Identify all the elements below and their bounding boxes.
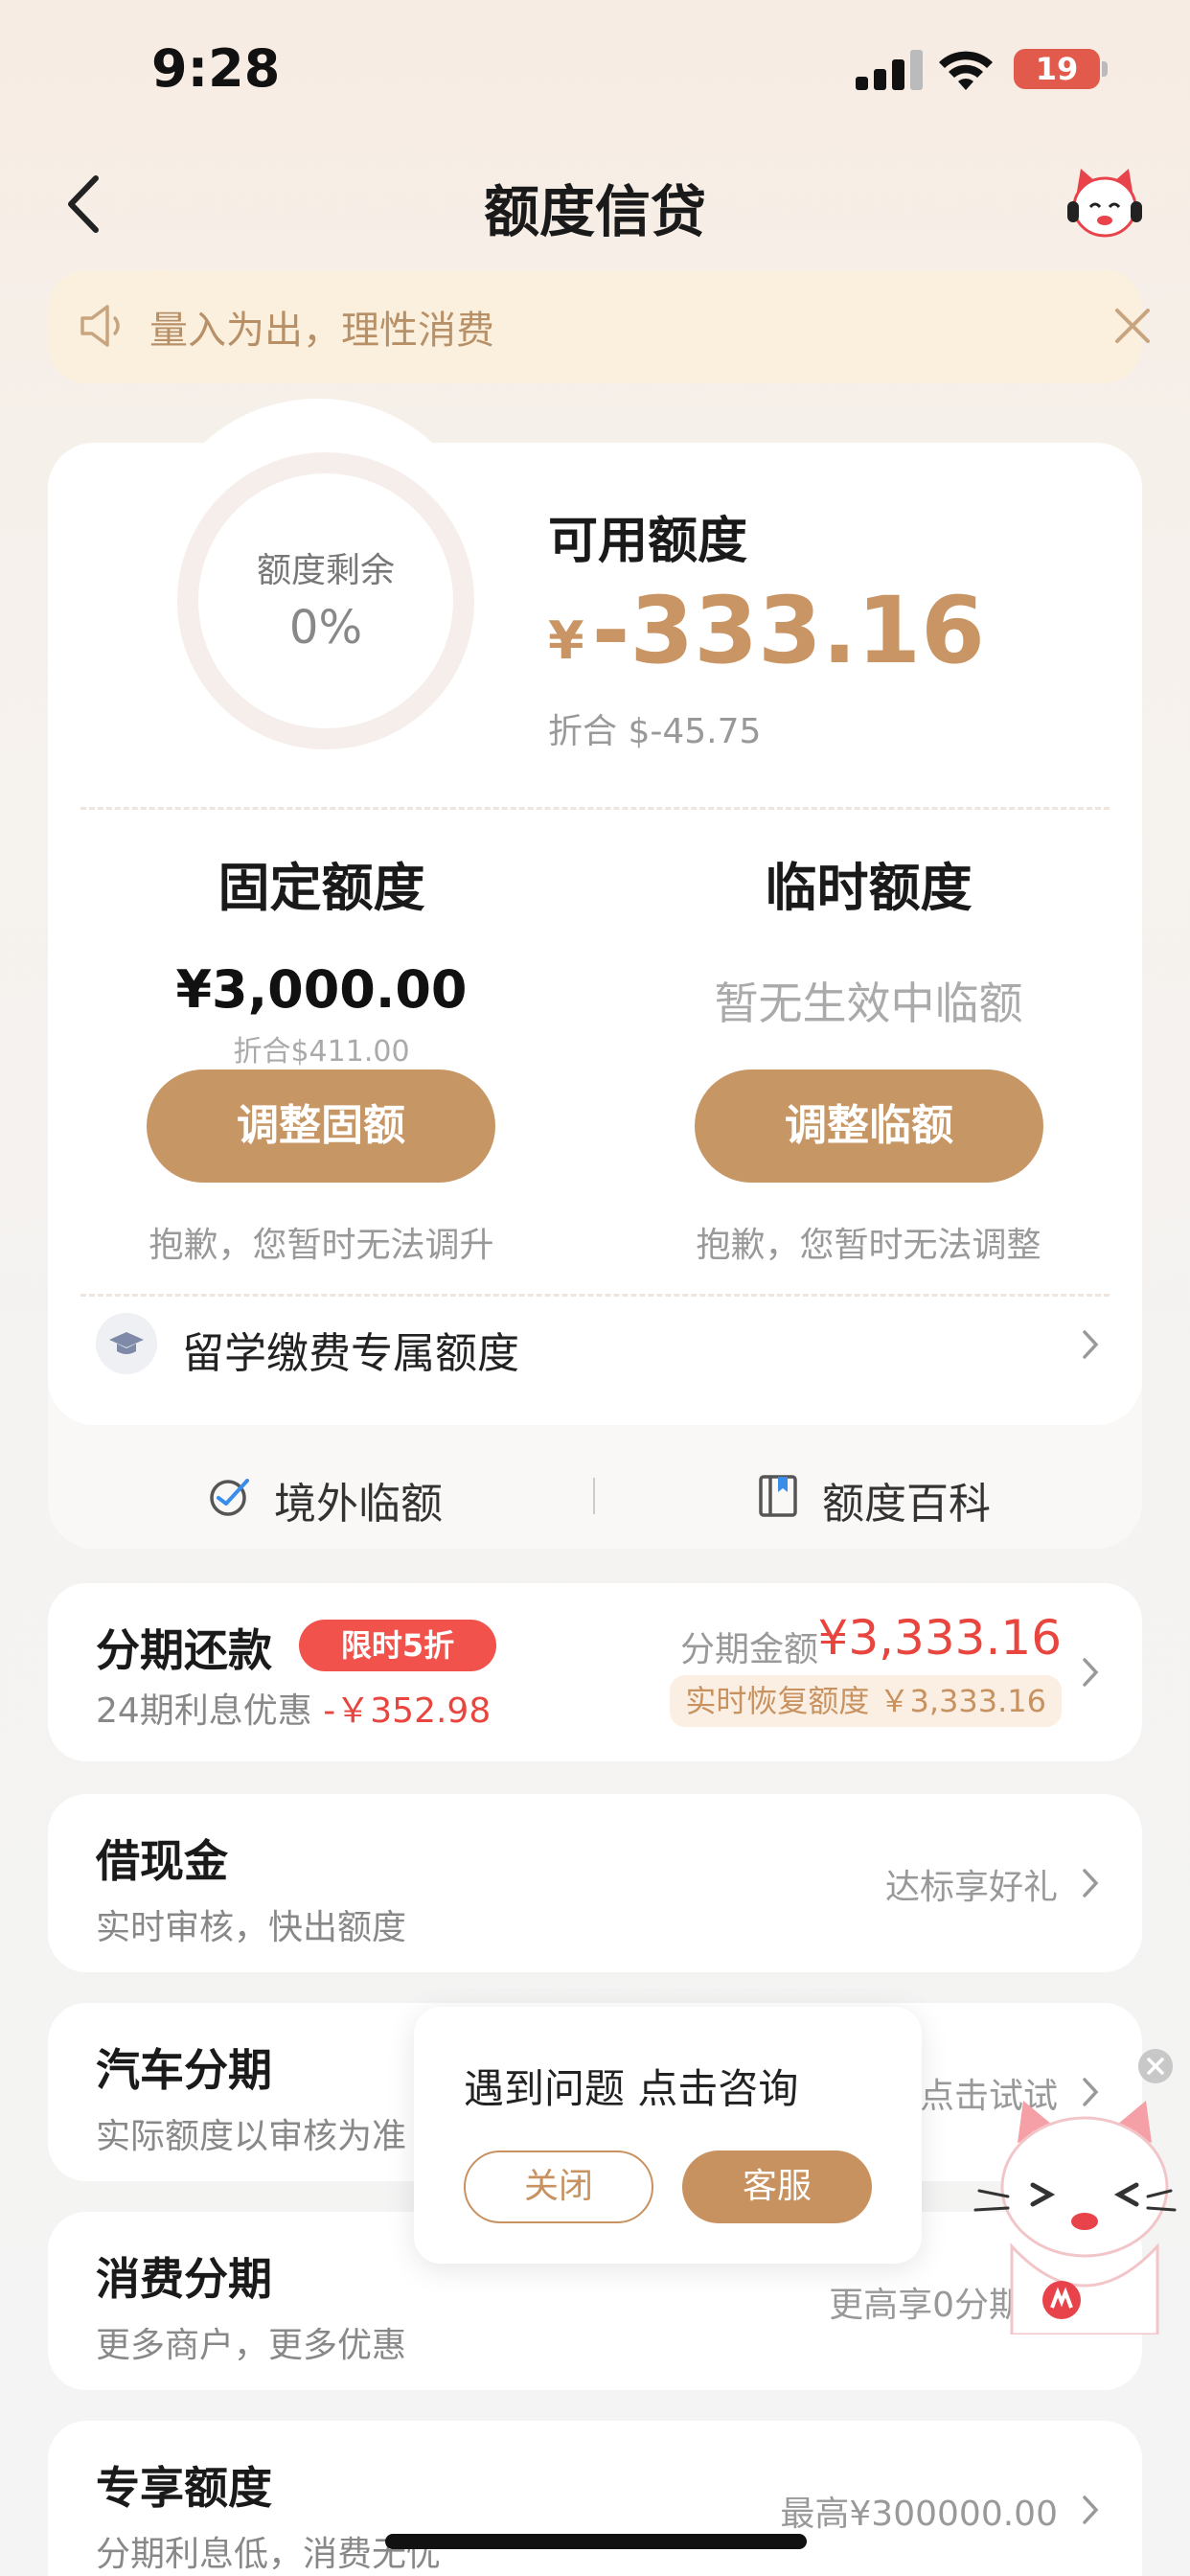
quota-card-body: 额度剩余 0% 可用额度 ¥-333.16 折合 $-45.75 固定额度 ¥3… [48, 443, 1142, 1425]
recover-quota-badge: 实时恢复额度 ￥3,333.16 [670, 1675, 1062, 1727]
consumer-installment-title: 消费分期 [96, 2253, 272, 2305]
ring-label: 额度剩余 [256, 551, 395, 590]
installment-title: 分期还款 [96, 1624, 272, 1676]
speaker-icon [80, 305, 120, 347]
available-quota-converted: 折合 $-45.75 [548, 712, 762, 751]
ring-value: 0% [288, 601, 363, 655]
available-amount-value: -333.16 [591, 577, 985, 684]
divider [80, 807, 1110, 810]
popup-close-button[interactable]: 关闭 [464, 2150, 653, 2223]
quota-wiki-link[interactable]: 额度百科 [755, 1461, 1042, 1529]
chevron-right-icon [1083, 1869, 1099, 1898]
overseas-icon [210, 1479, 249, 1516]
graduation-cap-icon [96, 1313, 157, 1374]
installment-amount-label: 分期金额 [679, 1630, 818, 1669]
fixed-adjust-note: 抱歉，您暂时无法调升 [149, 1226, 494, 1265]
notice-text: 量入为出，理性消费 [149, 309, 494, 353]
installment-amount: ¥3,333.16 [817, 1610, 1062, 1666]
close-icon[interactable] [1108, 301, 1157, 351]
consumer-installment-sub: 更多商户，更多优惠 [96, 2326, 407, 2365]
adjust-temp-button[interactable]: 调整临额 [695, 1070, 1043, 1183]
nav-bar: 额度信贷 [0, 153, 1190, 249]
study-abroad-quota-label: 留学缴费专属额度 [182, 1329, 519, 1378]
chevron-right-icon [1083, 2496, 1099, 2524]
installment-repay-card[interactable]: 分期还款 限时5折 24期利息优惠 -￥352.98 分期金额 ¥3,333.1… [48, 1583, 1142, 1761]
status-time: 9:28 [151, 38, 281, 99]
installment-sub: 24期利息优惠 -￥352.98 [96, 1683, 491, 1733]
consult-popup: 遇到问题 点击咨询 关闭 客服 [414, 2007, 922, 2264]
promo-badge: 限时5折 [299, 1620, 496, 1671]
fixed-quota-column: 固定额度 ¥3,000.00 折合$411.00 [48, 845, 595, 1070]
cellular-signal-icon [856, 50, 923, 90]
temp-quota-column: 临时额度 暂无生效中临额 [595, 845, 1142, 1032]
installment-sub-text: 24期利息优惠 [96, 1691, 312, 1731]
available-quota-amount: ¥-333.16 [548, 585, 985, 677]
exclusive-quota-card[interactable]: 专享额度 分期利息低，消费无忧 最高¥300000.00 [48, 2421, 1142, 2576]
battery-level: 19 [1035, 51, 1079, 87]
notice-banner: 量入为出，理性消费 [48, 270, 1150, 383]
battery-cap [1102, 61, 1108, 77]
car-installment-sub: 实际额度以审核为准 [96, 2117, 407, 2156]
exclusive-quota-hint: 最高¥300000.00 [780, 2495, 1058, 2534]
fixed-quota-title: 固定额度 [217, 858, 425, 918]
overseas-temp-quota-link[interactable]: 境外临额 [207, 1461, 494, 1529]
page-title: 额度信贷 [483, 179, 706, 244]
temp-quota-empty: 暂无生效中临额 [714, 978, 1023, 1029]
chevron-right-icon [1083, 1330, 1099, 1359]
quota-card: 额度剩余 0% 可用额度 ¥-333.16 折合 $-45.75 固定额度 ¥3… [48, 399, 1142, 1549]
cash-loan-title: 借现金 [96, 1835, 228, 1887]
adjust-fixed-button[interactable]: 调整固额 [147, 1070, 495, 1183]
study-abroad-quota-row[interactable]: 留学缴费专属额度 [48, 1276, 1142, 1411]
cash-loan-hint: 达标享好礼 [884, 1868, 1058, 1907]
currency-symbol: ¥ [548, 610, 584, 671]
cash-loan-sub: 实时审核，快出额度 [96, 1908, 407, 1947]
exclusive-quota-title: 专享额度 [96, 2462, 272, 2514]
link-separator [593, 1478, 595, 1514]
temp-adjust-note: 抱歉，您暂时无法调整 [696, 1226, 1041, 1265]
home-indicator [385, 2534, 807, 2549]
fixed-quota-amount: ¥3,000.00 [175, 959, 468, 1020]
car-installment-title: 汽车分期 [96, 2044, 272, 2096]
temp-quota-title: 临时额度 [765, 858, 973, 918]
fixed-quota-converted: 折合$411.00 [233, 1035, 410, 1069]
quota-wiki-label: 额度百科 [822, 1480, 991, 1529]
installment-discount: -￥352.98 [323, 1691, 492, 1731]
floating-close-icon[interactable] [1138, 2049, 1173, 2083]
consult-popup-text: 遇到问题 点击咨询 [464, 2065, 799, 2112]
mascot-service-icon[interactable] [1064, 163, 1146, 245]
mascot-float-icon[interactable] [970, 2095, 1190, 2334]
status-bar: 9:28 19 [0, 0, 1190, 144]
book-icon [759, 1475, 797, 1517]
wifi-icon [939, 51, 993, 90]
battery-icon: 19 [1014, 49, 1100, 89]
chevron-right-icon [1083, 1658, 1099, 1687]
customer-service-button[interactable]: 客服 [682, 2150, 872, 2223]
available-quota-label: 可用额度 [548, 513, 748, 570]
overseas-temp-quota-label: 境外临额 [274, 1480, 443, 1529]
cash-loan-card[interactable]: 借现金 实时审核，快出额度 达标享好礼 [48, 1794, 1142, 1972]
